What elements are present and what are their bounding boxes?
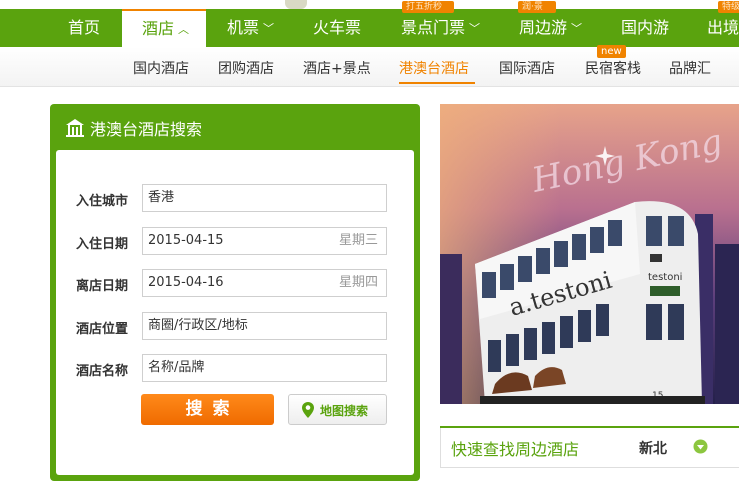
checkin-city-input[interactable]: 香港 (142, 184, 387, 212)
sub-nav: 国内酒店 团购酒店 酒店+景点 港澳台酒店 国际酒店 民宿客栈 品牌汇 (0, 47, 739, 87)
promo-tag: 特级 (718, 1, 739, 13)
panel-header: 港澳台酒店搜索 (50, 104, 420, 150)
nearby-top-border (440, 426, 739, 428)
chevron-down-icon: ﹀ (571, 22, 583, 35)
chevron-down-icon: ﹀ (469, 22, 481, 35)
field-label: 入住日期 (76, 237, 129, 252)
search-button[interactable]: 搜索 (141, 394, 274, 425)
search-form: 入住城市 香港 入住日期 2015-04-15 星期三 离店日期 2015-04-… (56, 150, 414, 475)
nav-item-flights[interactable]: 机票 ﹀ (227, 9, 274, 47)
subnav-item-group-hotels[interactable]: 团购酒店 (218, 58, 274, 78)
field-placeholder: 商圈/行政区/地标 (148, 318, 248, 333)
nav-label: 首页 (68, 18, 101, 37)
decoration (285, 0, 307, 9)
field-value: 2015-04-16 (148, 275, 224, 290)
nav-label: 酒店 (142, 19, 175, 38)
main-nav: 首页 酒店 ︿ 机票 ﹀ 火车票 景点门票 ﹀ 周边游 ﹀ 国内游 出境 打五折秒 润·… (0, 1, 739, 47)
subnav-item-international[interactable]: 国际酒店 (499, 58, 555, 78)
nav-label: 景点门票 (401, 18, 466, 37)
nav-item-nearby-trips[interactable]: 周边游 ﹀ (519, 9, 582, 47)
nearby-title: 快速查找周边酒店 (451, 440, 580, 459)
promo-tag: 打五折秒 (402, 1, 454, 13)
nav-label: 机票 (227, 18, 260, 37)
panel-title: 港澳台酒店搜索 (90, 120, 203, 139)
subnav-item-domestic-hotels[interactable]: 国内酒店 (133, 58, 189, 78)
nav-label: 火车票 (313, 18, 362, 37)
field-placeholder: 名称/品牌 (148, 360, 205, 375)
nav-item-tickets[interactable]: 景点门票 ﹀ (401, 9, 480, 47)
nav-item-home[interactable]: 首页 (68, 9, 100, 47)
chevron-down-icon[interactable] (693, 439, 708, 454)
subnav-item-hk-macau-taiwan[interactable]: 港澳台酒店 (399, 58, 469, 78)
active-underline (399, 82, 475, 84)
nav-item-outbound[interactable]: 出境 (707, 9, 739, 47)
nearby-hotels-bar: 快速查找周边酒店 新北 (440, 426, 739, 468)
map-search-label: 地图搜索 (320, 404, 369, 418)
map-search-button[interactable]: 地图搜索 (288, 394, 387, 425)
nav-label: 国内游 (621, 18, 670, 37)
checkin-date-input[interactable]: 2015-04-15 星期三 (142, 227, 387, 255)
hotel-location-input[interactable]: 商圈/行政区/地标 (142, 312, 387, 340)
subnav-item-homestay[interactable]: 民宿客栈 (585, 58, 641, 78)
field-label: 酒店名称 (76, 364, 129, 379)
top-strip (0, 0, 739, 9)
field-label: 入住城市 (76, 194, 129, 209)
checkout-date-input[interactable]: 2015-04-16 星期四 (142, 269, 387, 297)
map-pin-icon (302, 402, 314, 418)
field-value: 2015-04-15 (148, 233, 224, 248)
weekday-label: 星期三 (338, 233, 378, 248)
subnav-item-hotel-plus-scenic[interactable]: 酒店+景点 (303, 58, 371, 78)
nav-label: 出境 (707, 18, 739, 37)
hong-kong-banner[interactable]: Hong Kong a.testoni testoni (440, 104, 739, 404)
promo-tag: 润·景 (518, 1, 556, 13)
chevron-up-icon: ︿ (178, 23, 190, 36)
hotel-icon (66, 119, 84, 137)
nav-item-hotel[interactable]: 酒店 ︿ (122, 9, 206, 47)
new-badge: new (597, 45, 626, 58)
hotel-name-input[interactable]: 名称/品牌 (142, 354, 387, 382)
weekday-label: 星期四 (338, 275, 378, 290)
hotel-search-panel: 港澳台酒店搜索 入住城市 香港 入住日期 2015-04-15 星期三 离店日期 … (50, 104, 420, 481)
nav-item-train[interactable]: 火车票 (313, 9, 361, 47)
nav-item-domestic[interactable]: 国内游 (621, 9, 669, 47)
nearby-city[interactable]: 新北 (639, 438, 667, 458)
field-label: 酒店位置 (76, 322, 129, 337)
chevron-down-icon: ﹀ (263, 22, 275, 35)
tram-banner-image: Hong Kong a.testoni testoni (440, 104, 739, 404)
tram-side-text: testoni (648, 272, 682, 283)
subnav-item-brands[interactable]: 品牌汇 (669, 58, 711, 78)
field-value: 香港 (148, 190, 175, 205)
field-label: 离店日期 (76, 279, 129, 294)
nav-label: 周边游 (519, 18, 568, 37)
